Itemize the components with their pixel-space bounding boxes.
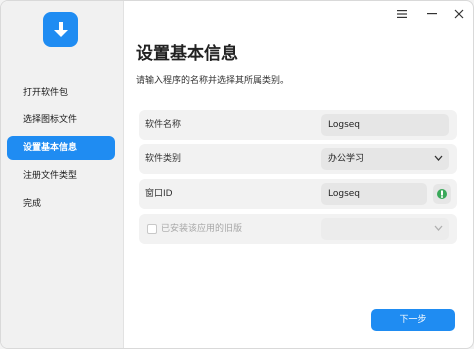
menu-icon[interactable] <box>395 7 409 21</box>
legacy-version-label: 已安装该应用的旧版 <box>161 224 243 234</box>
software-name-field[interactable]: Logseq <box>321 114 449 136</box>
next-button[interactable]: 下一步 <box>371 309 455 331</box>
eyedropper-icon[interactable] <box>433 184 451 204</box>
sidebar-item-open-package[interactable]: 打开软件包 <box>7 81 115 105</box>
software-name-label: 软件名称 <box>145 120 182 130</box>
category-select-value: 办公学习 <box>328 154 365 164</box>
sidebar-item-register-file-types[interactable]: 注册文件类型 <box>7 164 115 188</box>
download-icon <box>43 12 78 47</box>
software-category-label: 软件类别 <box>145 154 182 164</box>
sidebar-item-finish[interactable]: 完成 <box>7 192 115 216</box>
page-title: 设置基本信息 <box>136 44 238 64</box>
close-icon[interactable] <box>452 7 466 21</box>
sidebar: 打开软件包 选择图标文件 设置基本信息 注册文件类型 完成 <box>1 1 124 348</box>
category-select[interactable]: 办公学习 <box>321 148 449 170</box>
sidebar-item-select-icon[interactable]: 选择图标文件 <box>7 108 115 132</box>
window-id-row: 窗口ID Logseq <box>139 179 457 209</box>
chevron-down-icon <box>434 148 443 170</box>
window-id-field[interactable]: Logseq <box>321 183 427 205</box>
legacy-version-select[interactable] <box>321 218 449 240</box>
app-window: 打开软件包 选择图标文件 设置基本信息 注册文件类型 完成 设置基本信息 请输入… <box>0 0 474 349</box>
page-subtitle: 请输入程序的名称并选择其所属类别。 <box>136 76 290 86</box>
minimize-icon[interactable] <box>425 7 439 21</box>
window-id-label: 窗口ID <box>145 189 173 199</box>
software-category-row: 软件类别 办公学习 <box>139 144 457 174</box>
legacy-version-checkbox[interactable] <box>147 224 157 234</box>
legacy-version-row: 已安装该应用的旧版 <box>139 214 457 244</box>
software-name-row: 软件名称 Logseq <box>139 110 457 140</box>
sidebar-item-basic-info[interactable]: 设置基本信息 <box>7 136 115 160</box>
chevron-down-icon <box>434 218 443 240</box>
